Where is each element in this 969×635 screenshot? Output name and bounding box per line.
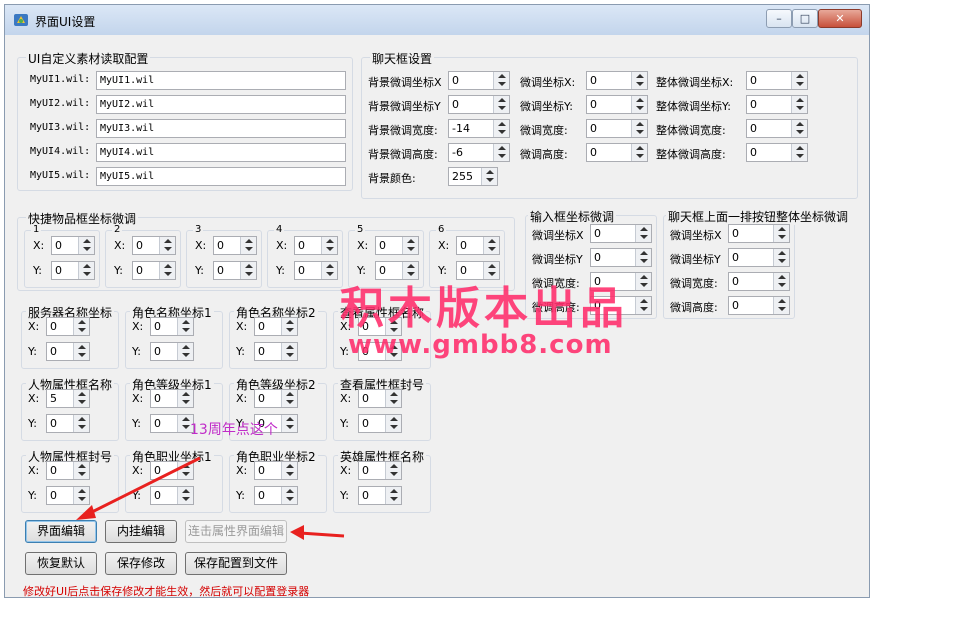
watermark-title: 积木版本出品: [340, 283, 628, 334]
arrow-to-attr-edit: [290, 525, 345, 540]
annotation-label: 13周年点这个: [190, 422, 278, 438]
watermark-url: www.gmbb8.com: [348, 330, 613, 360]
arrow-to-ui-edit: [76, 456, 201, 520]
